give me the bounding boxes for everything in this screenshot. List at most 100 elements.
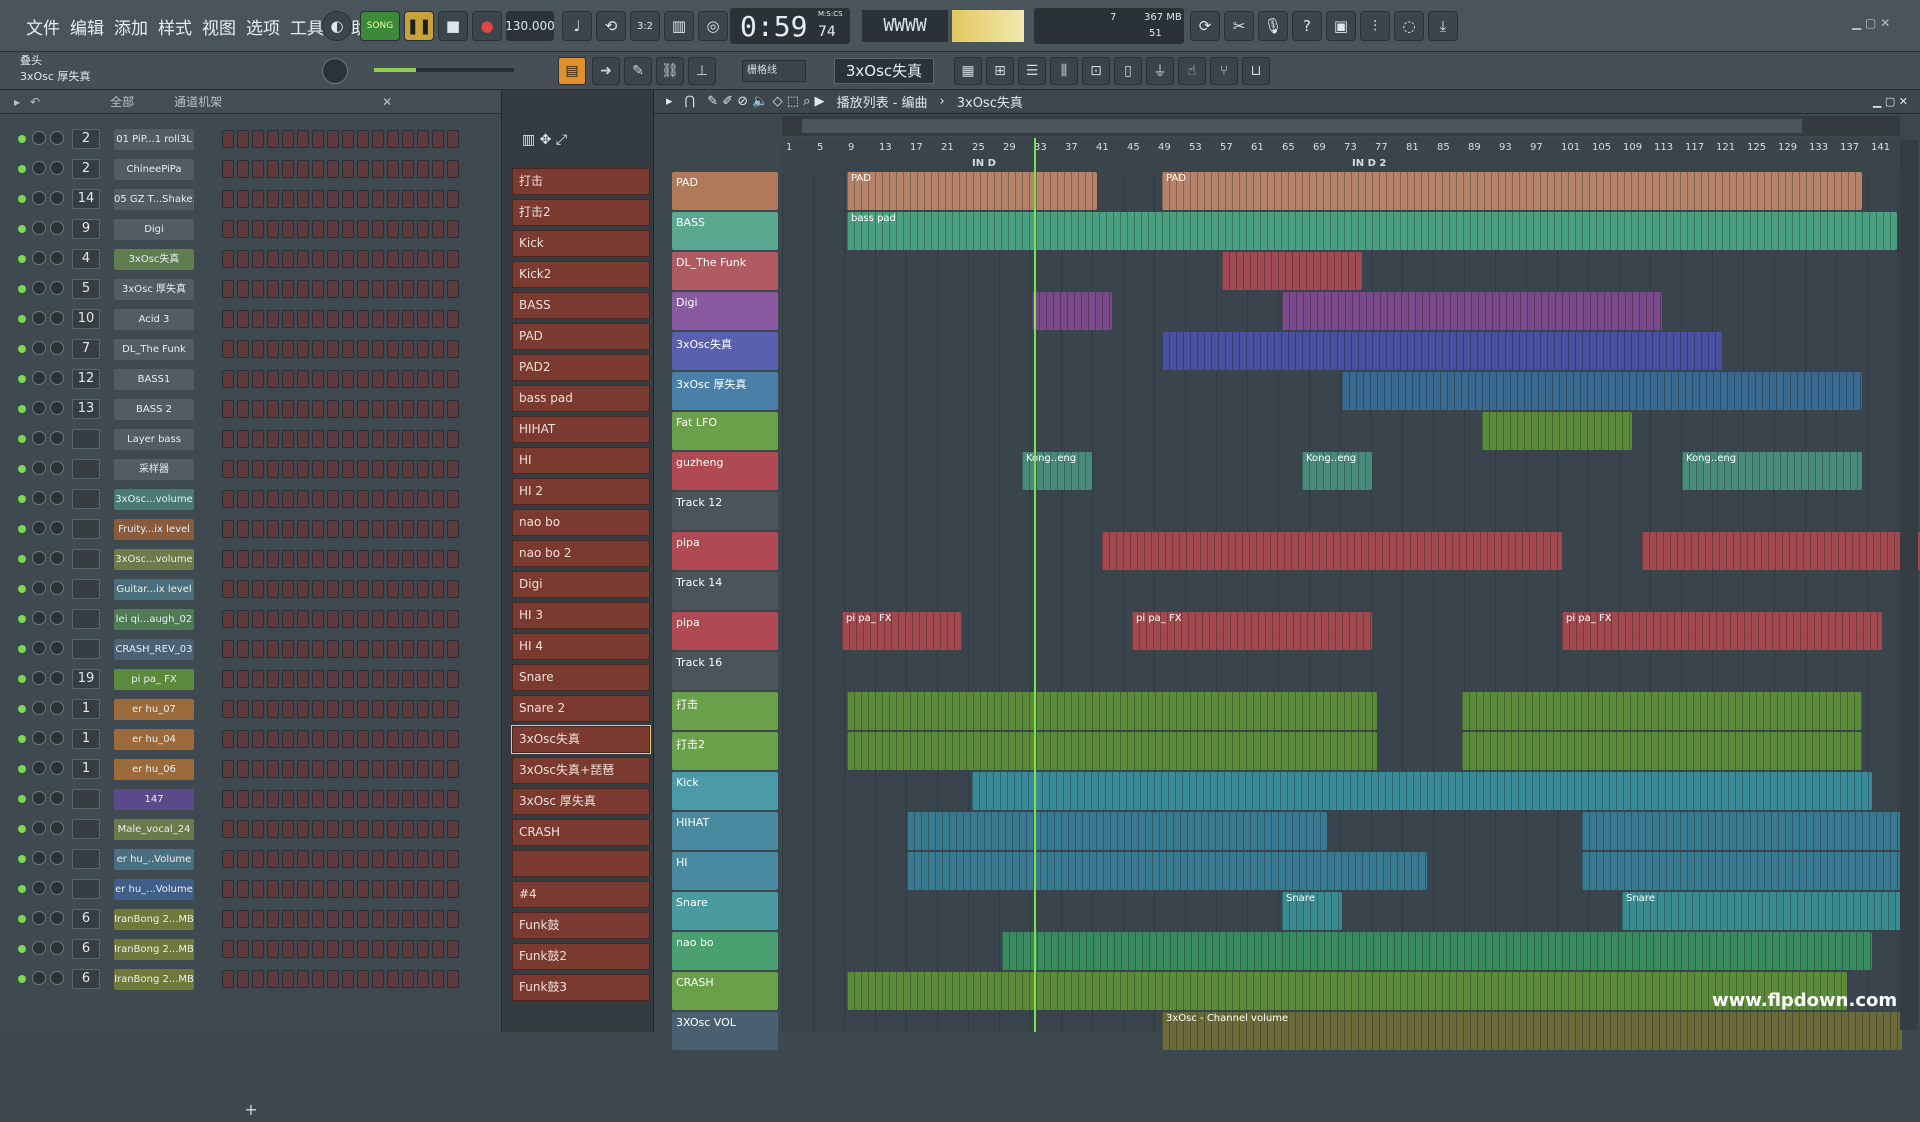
- pattern-item[interactable]: 打击2: [512, 199, 650, 226]
- step-button[interactable]: [372, 370, 384, 388]
- step-button[interactable]: [222, 190, 234, 208]
- pattern-item[interactable]: 3xOsc 厚失真: [512, 788, 650, 815]
- pan-knob[interactable]: [32, 701, 46, 715]
- step-button[interactable]: [327, 850, 339, 868]
- pattern-item[interactable]: Digi: [512, 571, 650, 598]
- step-button[interactable]: [252, 220, 264, 238]
- step-button[interactable]: [327, 430, 339, 448]
- step-sequencer[interactable]: [222, 820, 459, 838]
- step-button[interactable]: [417, 640, 429, 658]
- menu-item[interactable]: 样式: [156, 14, 194, 39]
- step-sequencer[interactable]: [222, 940, 459, 958]
- step-button[interactable]: [372, 550, 384, 568]
- volume-knob[interactable]: [50, 641, 64, 655]
- step-button[interactable]: [402, 490, 414, 508]
- step-button[interactable]: [252, 850, 264, 868]
- step-sequencer[interactable]: [222, 730, 459, 748]
- step-button[interactable]: [342, 730, 354, 748]
- pitch-knob[interactable]: [322, 58, 348, 84]
- mixer-track-number[interactable]: 14: [72, 189, 100, 209]
- step-button[interactable]: [312, 220, 324, 238]
- playlist-clip[interactable]: Kong..eng: [1682, 452, 1862, 490]
- magnet-icon[interactable]: ⋂: [685, 94, 696, 109]
- track-header[interactable]: Track 14: [672, 572, 778, 610]
- step-button[interactable]: [447, 490, 459, 508]
- pan-knob[interactable]: [32, 911, 46, 925]
- step-sequencer[interactable]: [222, 910, 459, 928]
- pan-knob[interactable]: [32, 551, 46, 565]
- mute-led-icon[interactable]: [18, 285, 26, 293]
- track-header[interactable]: Snare: [672, 892, 778, 930]
- step-button[interactable]: [342, 190, 354, 208]
- step-button[interactable]: [342, 790, 354, 808]
- volume-knob[interactable]: [50, 461, 64, 475]
- step-button[interactable]: [297, 190, 309, 208]
- mute-led-icon[interactable]: [18, 885, 26, 893]
- plug-icon[interactable]: ⏚: [1146, 57, 1174, 85]
- step-button[interactable]: [267, 970, 279, 988]
- track-header[interactable]: HIHAT: [672, 812, 778, 850]
- step-button[interactable]: [357, 460, 369, 478]
- step-button[interactable]: [447, 400, 459, 418]
- step-button[interactable]: [342, 760, 354, 778]
- volume-knob[interactable]: [50, 701, 64, 715]
- step-button[interactable]: [447, 190, 459, 208]
- step-button[interactable]: [282, 520, 294, 538]
- step-button[interactable]: [357, 790, 369, 808]
- download-icon[interactable]: ⤓: [1428, 11, 1458, 41]
- mixer-track-number[interactable]: [72, 459, 100, 479]
- step-button[interactable]: [372, 790, 384, 808]
- step-button[interactable]: [342, 160, 354, 178]
- add-channel-button[interactable]: +: [0, 1100, 502, 1122]
- step-button[interactable]: [267, 670, 279, 688]
- step-button[interactable]: [357, 280, 369, 298]
- step-button[interactable]: [372, 460, 384, 478]
- step-button[interactable]: [312, 250, 324, 268]
- step-button[interactable]: [252, 580, 264, 598]
- step-button[interactable]: [222, 790, 234, 808]
- playlist-clip[interactable]: [1462, 692, 1862, 730]
- track-header[interactable]: 3xOsc失真: [672, 332, 778, 370]
- step-button[interactable]: [267, 730, 279, 748]
- step-button[interactable]: [387, 370, 399, 388]
- step-button[interactable]: [237, 160, 249, 178]
- step-sequencer[interactable]: [222, 430, 459, 448]
- channel-row[interactable]: 147: [0, 784, 480, 814]
- volume-knob[interactable]: [50, 671, 64, 685]
- step-button[interactable]: [252, 730, 264, 748]
- channel-name-button[interactable]: Male_vocal_24: [114, 819, 194, 840]
- mixer-track-number[interactable]: [72, 549, 100, 569]
- step-button[interactable]: [357, 910, 369, 928]
- channel-row[interactable]: 1 er hu_04: [0, 724, 480, 754]
- step-button[interactable]: [312, 820, 324, 838]
- channel-name-button[interactable]: DL_The Funk: [114, 339, 194, 360]
- channel-row[interactable]: 12 BASS1: [0, 364, 480, 394]
- playlist-clip[interactable]: [1462, 732, 1862, 770]
- loop-record-icon[interactable]: ⟲: [596, 11, 626, 41]
- step-button[interactable]: [297, 820, 309, 838]
- step-button[interactable]: [387, 250, 399, 268]
- step-button[interactable]: [222, 400, 234, 418]
- step-button[interactable]: [417, 910, 429, 928]
- step-button[interactable]: [387, 730, 399, 748]
- mute-led-icon[interactable]: [18, 795, 26, 803]
- step-button[interactable]: [282, 910, 294, 928]
- step-sequencer[interactable]: [222, 250, 459, 268]
- step-button[interactable]: [327, 340, 339, 358]
- step-button[interactable]: [222, 490, 234, 508]
- step-button[interactable]: [372, 310, 384, 328]
- channel-name-button[interactable]: IranBong 2...MB: [114, 939, 194, 960]
- step-button[interactable]: [342, 460, 354, 478]
- pan-knob[interactable]: [32, 611, 46, 625]
- step-button[interactable]: [432, 520, 444, 538]
- channel-row[interactable]: 5 3xOsc 厚失真: [0, 274, 480, 304]
- step-sequencer[interactable]: [222, 970, 459, 988]
- step-button[interactable]: [222, 880, 234, 898]
- step-button[interactable]: [237, 220, 249, 238]
- step-button[interactable]: [297, 940, 309, 958]
- volume-knob[interactable]: [50, 851, 64, 865]
- step-button[interactable]: [372, 490, 384, 508]
- chat-icon[interactable]: ◌: [1394, 11, 1424, 41]
- step-button[interactable]: [312, 160, 324, 178]
- volume-knob[interactable]: [50, 491, 64, 505]
